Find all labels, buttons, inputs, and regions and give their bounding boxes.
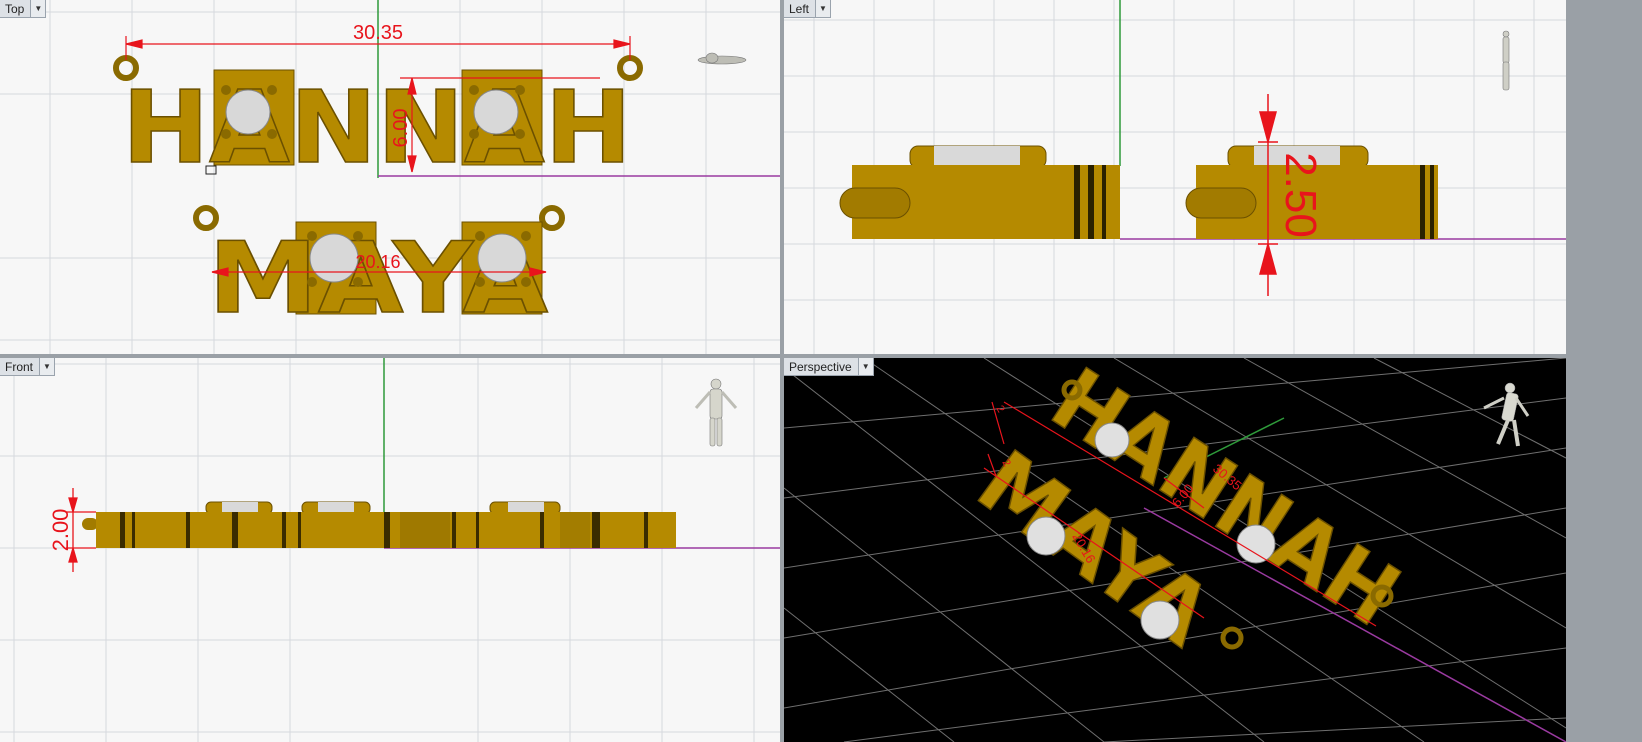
hannah-pendant: HANNAH bbox=[113, 55, 643, 187]
human-scale-figure-icon bbox=[1502, 30, 1510, 91]
chevron-down-icon[interactable]: ▼ bbox=[39, 358, 55, 375]
viewport-left-title[interactable]: Left ▼ bbox=[784, 0, 832, 18]
viewport-label[interactable]: Front bbox=[0, 358, 39, 375]
dim-hannah-height: 6.00 bbox=[390, 109, 412, 148]
viewport-perspective-title[interactable]: Perspective ▼ bbox=[784, 358, 874, 376]
human-scale-figure-icon bbox=[1483, 382, 1530, 447]
dim-maya-width: 20.16 bbox=[355, 252, 400, 272]
human-scale-figure-icon bbox=[697, 52, 747, 65]
viewport-left-canvas[interactable]: 2.50 bbox=[784, 0, 1566, 354]
front-profile bbox=[82, 501, 676, 548]
hannah-letters: HANNAH bbox=[122, 69, 632, 186]
dim-hannah-width: 30.35 bbox=[353, 22, 403, 44]
viewport-label[interactable]: Left bbox=[784, 0, 815, 17]
profile-left-block bbox=[839, 145, 1120, 239]
viewport-front-title[interactable]: Front ▼ bbox=[0, 358, 56, 376]
viewport-top-title[interactable]: Top ▼ bbox=[0, 0, 47, 18]
dim-front-thickness: 2.00 bbox=[48, 509, 73, 552]
viewport-perspective[interactable]: HANNAH MAYA 30.35 6.00 20.16 2 2 Perspec… bbox=[784, 358, 1566, 742]
chevron-down-icon[interactable]: ▼ bbox=[857, 358, 873, 375]
dim-left-thickness: 2.50 bbox=[1276, 152, 1325, 238]
chevron-down-icon[interactable]: ▼ bbox=[30, 0, 46, 17]
viewport-top[interactable]: HANNAH MAYA 30.35 6.00 20.16 Top ▼ bbox=[0, 0, 780, 354]
viewport-perspective-canvas[interactable]: HANNAH MAYA 30.35 6.00 20.16 2 2 bbox=[784, 358, 1566, 742]
viewport-left[interactable]: 2.50 Left ▼ bbox=[784, 0, 1566, 354]
human-scale-figure-icon bbox=[694, 378, 738, 447]
chevron-down-icon[interactable]: ▼ bbox=[815, 0, 831, 17]
viewport-top-canvas[interactable]: HANNAH MAYA 30.35 6.00 20.16 bbox=[0, 0, 780, 354]
viewport-front-canvas[interactable]: 2.00 bbox=[0, 358, 780, 742]
viewport-front[interactable]: 2.00 Front ▼ bbox=[0, 358, 780, 742]
viewport-label[interactable]: Top bbox=[0, 0, 30, 17]
grid bbox=[0, 358, 780, 742]
viewport-label[interactable]: Perspective bbox=[784, 358, 858, 375]
